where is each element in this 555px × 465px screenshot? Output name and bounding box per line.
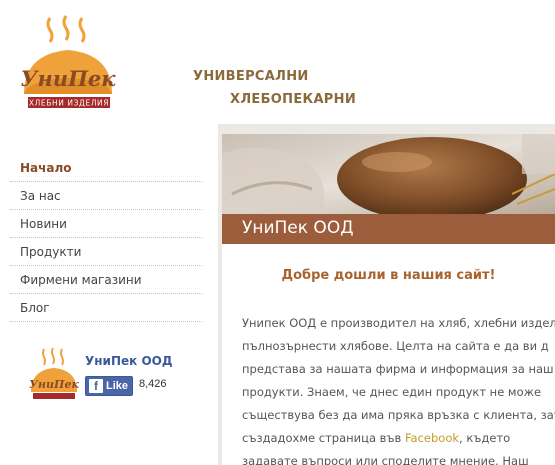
facebook-page-avatar[interactable]: УниПек [28, 346, 80, 402]
paragraph-line: задавате въпроси или споделите мнение. Н… [242, 454, 529, 465]
hero-image [222, 134, 555, 214]
facebook-icon: f [89, 379, 103, 393]
unipek-logo[interactable]: УниПек ХЛЕБНИ ИЗДЕЛИЯ [18, 14, 118, 114]
paragraph-text: , където [459, 431, 511, 445]
intro-paragraph: Унипек ООД е производител на хляб, хлебн… [242, 312, 555, 465]
facebook-page-name[interactable]: УниПек ООД [85, 354, 173, 368]
nav-item-news[interactable]: Новини [10, 210, 202, 238]
content-title: УниПек ООД [242, 218, 354, 238]
nav-item-about[interactable]: За нас [10, 182, 202, 210]
facebook-widget: УниПек УниПек ООД f Like 8,426 [28, 346, 198, 406]
tagline-line1: УНИВЕРСАЛНИ [193, 69, 309, 84]
logo-subtitle: ХЛЕБНИ ИЗДЕЛИЯ [29, 99, 109, 108]
site-header: УниПек ХЛЕБНИ ИЗДЕЛИЯ УНИВЕРСАЛНИ ХЛЕБОП… [0, 0, 555, 130]
paragraph-line: представа за нашата фирма и информация з… [242, 362, 554, 376]
sidebar: Начало За нас Новини Продукти Фирмени ма… [0, 124, 218, 465]
paragraph-line: Унипек ООД е производител на хляб, хлебн… [242, 316, 555, 330]
nav-item-products[interactable]: Продукти [10, 238, 202, 266]
nav-item-home[interactable]: Начало [10, 154, 202, 182]
like-label: Like [106, 380, 129, 392]
like-count: 8,426 [139, 378, 167, 390]
paragraph-text: създадохме страница във [242, 431, 405, 445]
nav-item-blog[interactable]: Блог [10, 294, 202, 322]
logo-brand: УниПек [20, 66, 116, 91]
main-nav: Начало За нас Новини Продукти Фирмени ма… [10, 154, 202, 322]
avatar-brand: УниПек [29, 378, 79, 391]
facebook-like-button[interactable]: f Like [85, 376, 133, 396]
welcome-heading: Добре дошли в нашия сайт! [281, 268, 496, 283]
facebook-link[interactable]: Facebook [405, 431, 459, 445]
content-title-bar: УниПек ООД [222, 214, 555, 244]
tagline-line2: ХЛЕБОПЕКАРНИ [230, 92, 356, 107]
nav-item-stores[interactable]: Фирмени магазини [10, 266, 202, 294]
paragraph-line-with-link: създадохме страница във Facebook, където [242, 427, 555, 450]
paragraph-line: пълнозърнести хлябове. Целта на сайта е … [242, 339, 549, 353]
paragraph-line: продукти. Знаем, че днес един продукт не… [242, 385, 542, 399]
paragraph-line: съществува без да има пряка връзка с кли… [242, 408, 555, 422]
main-content: УниПек ООД Добре дошли в нашия сайт! Уни… [222, 134, 555, 465]
